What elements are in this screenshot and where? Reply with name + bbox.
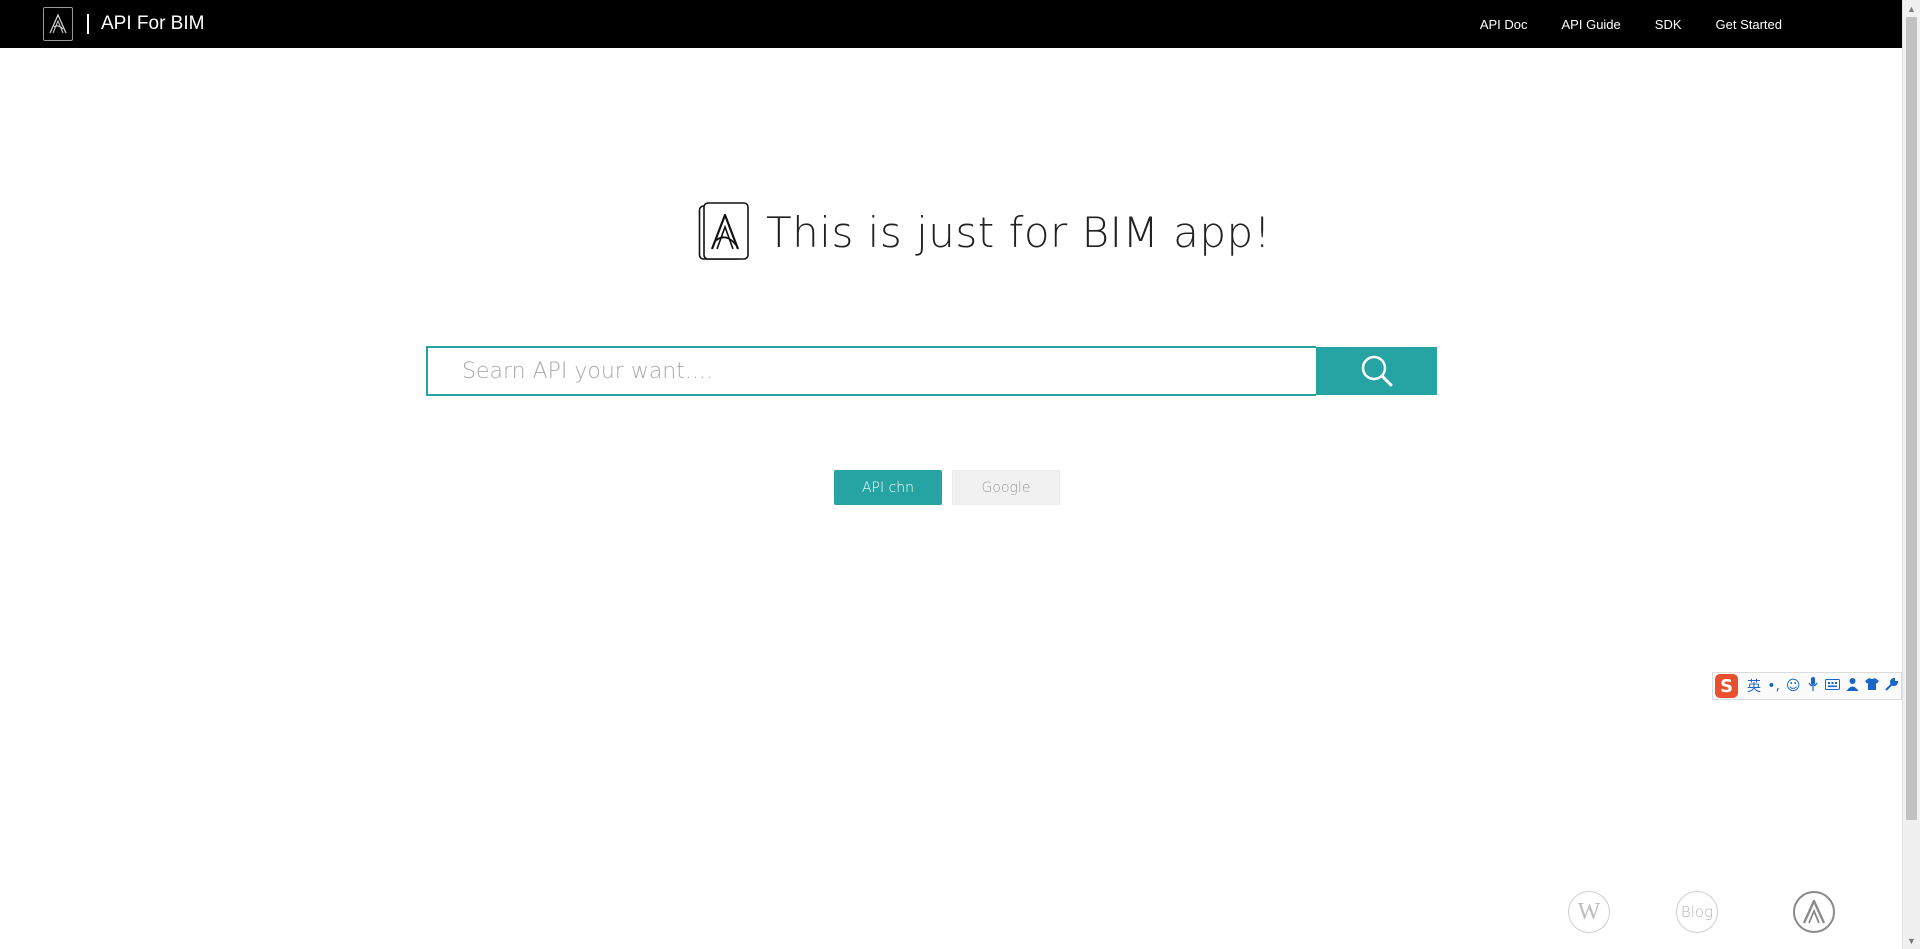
search-bar <box>426 346 1437 396</box>
nav-link-get-started[interactable]: Get Started <box>1716 17 1782 32</box>
top-nav-bar: API For BIM API Doc API Guide SDK Get St… <box>0 0 1902 48</box>
wiki-label: W <box>1577 898 1601 925</box>
autodesk-a-icon <box>698 201 750 263</box>
settings-wrench-icon[interactable] <box>1881 677 1901 695</box>
wiki-link[interactable]: W <box>1568 891 1610 933</box>
engine-api-chn-button[interactable]: API chn <box>834 470 942 505</box>
page-title: This is just for BIM app! <box>766 207 1272 257</box>
nav-link-api-doc[interactable]: API Doc <box>1480 17 1528 32</box>
vertical-scrollbar[interactable]: ▲ ▼ <box>1902 0 1920 949</box>
autodesk-link[interactable] <box>1793 891 1835 933</box>
nav-link-api-guide[interactable]: API Guide <box>1562 17 1621 32</box>
scroll-up-arrow-icon[interactable]: ▲ <box>1903 0 1920 17</box>
emoji-icon[interactable]: ☺ <box>1783 678 1803 694</box>
brand-separator <box>87 14 89 34</box>
autodesk-a-icon[interactable] <box>43 7 73 41</box>
ime-logo-icon[interactable]: S <box>1715 674 1739 698</box>
brand-title[interactable]: API For BIM <box>101 13 204 35</box>
search-button[interactable] <box>1316 347 1437 395</box>
blog-label: Blog <box>1680 903 1714 921</box>
skin-icon[interactable] <box>1862 678 1882 694</box>
ime-mode-toggle[interactable]: 英 <box>1744 676 1764 696</box>
microphone-icon[interactable] <box>1803 677 1823 695</box>
ime-toolbar: S 英 •, ☺ <box>1712 672 1902 700</box>
search-icon <box>1361 355 1392 387</box>
keyboard-icon[interactable] <box>1823 678 1843 694</box>
autodesk-a-icon <box>1802 899 1826 924</box>
search-engine-selector: API chn Google <box>834 470 1060 505</box>
ime-punctuation-toggle[interactable]: •, <box>1764 678 1784 694</box>
brand[interactable]: API For BIM <box>43 7 204 41</box>
scrollbar-thumb[interactable] <box>1906 17 1917 820</box>
user-icon[interactable] <box>1842 677 1862 695</box>
page: API For BIM API Doc API Guide SDK Get St… <box>0 0 1920 949</box>
main-nav: API Doc API Guide SDK Get Started <box>1446 0 1782 48</box>
scroll-down-arrow-icon[interactable]: ▼ <box>1903 932 1920 949</box>
blog-link[interactable]: Blog <box>1676 891 1718 933</box>
engine-google-button[interactable]: Google <box>952 470 1060 505</box>
hero: This is just for BIM app! <box>698 200 1271 264</box>
search-input[interactable] <box>426 346 1316 396</box>
nav-link-sdk[interactable]: SDK <box>1655 17 1682 32</box>
